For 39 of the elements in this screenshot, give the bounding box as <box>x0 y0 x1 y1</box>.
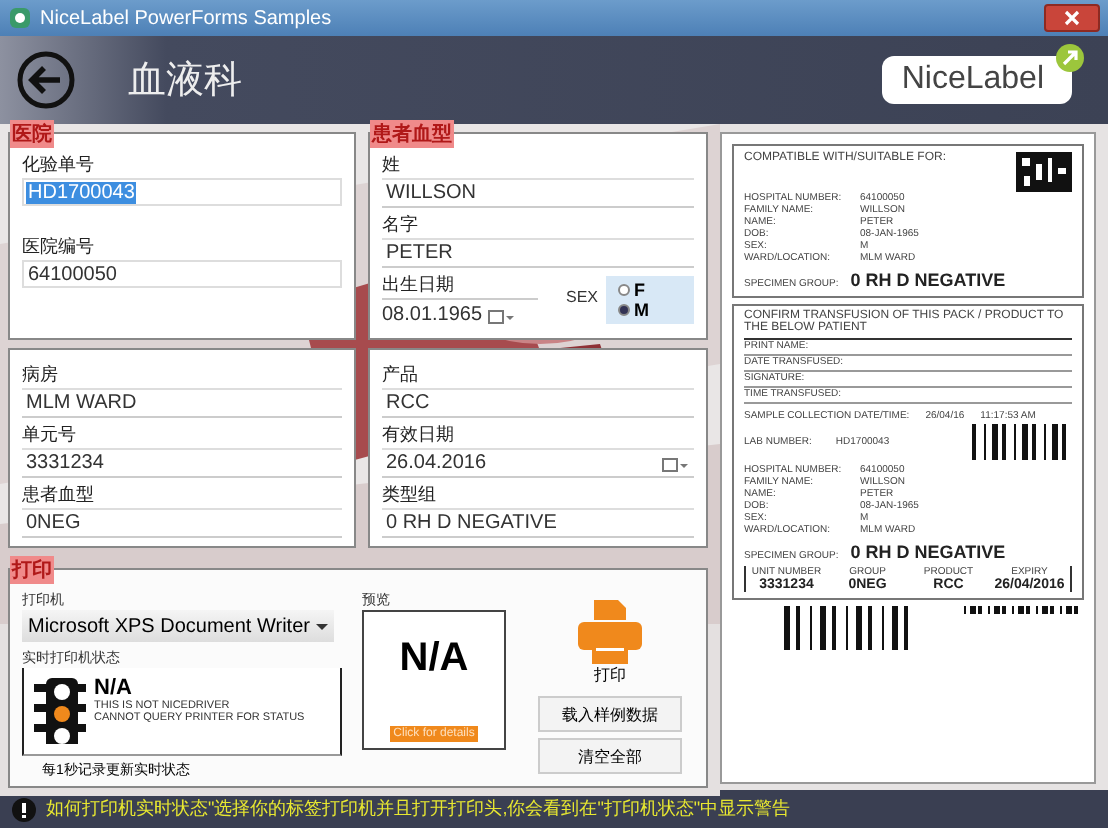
radio-button[interactable]: M <box>618 300 682 320</box>
text-field[interactable]: 64100050 <box>22 260 342 288</box>
field-label: 名字 <box>382 212 420 238</box>
text-field[interactable]: 0NEG <box>22 508 342 538</box>
field-label: SEX <box>565 288 598 306</box>
text-field[interactable]: 0 RH D NEGATIVE <box>382 508 694 538</box>
status-value: N/A <box>94 676 134 700</box>
field-label: 患者血型 <box>22 482 96 508</box>
section-title: 患者血型 <box>370 120 454 148</box>
text-field[interactable]: WILLSON <box>382 178 694 208</box>
action-button[interactable]: 清空全部 <box>538 738 682 774</box>
field-label: 单元号 <box>22 422 78 448</box>
preview-value: N/A <box>399 636 469 682</box>
date-field[interactable]: 26.04.2016 <box>382 448 694 478</box>
text-field[interactable]: MLM WARD <box>22 388 342 418</box>
section-title: 医院 <box>10 120 54 148</box>
text-field[interactable]: PETER <box>382 238 694 268</box>
section-title: 打印 <box>10 556 54 584</box>
field-label: 医院编号 <box>22 234 96 260</box>
print-button[interactable]: 打印 <box>574 596 646 686</box>
action-button[interactable]: 载入样例数据 <box>538 696 682 732</box>
text-field[interactable]: 3331234 <box>22 448 342 478</box>
blood-group: 0 RH D NEGATIVE <box>850 270 1006 290</box>
blood-group: 0 RH D NEGATIVE <box>850 542 1006 562</box>
radio-button[interactable]: F <box>618 280 682 300</box>
field-label: 病房 <box>22 362 60 388</box>
field-label: 出生日期 <box>382 272 456 298</box>
info-message: 如何打印机实时状态"选择你的标签打印机并且打开打印头,你会看到在"打印机状态"中显示警告 <box>46 796 791 822</box>
logo-text: NiceLabel <box>901 62 1044 98</box>
page-title: 血液科 <box>128 56 244 106</box>
text-field[interactable]: RCC <box>382 388 694 418</box>
field-label: 产品 <box>382 362 420 388</box>
field-label: 姓 <box>382 152 402 178</box>
field-label: 有效日期 <box>382 422 456 448</box>
window-title: NiceLabel PowerForms Samples <box>40 7 334 29</box>
field-label: 类型组 <box>382 482 438 508</box>
field-label: 化验单号 <box>22 152 96 178</box>
printer-dropdown[interactable]: Microsoft XPS Document Writer <box>22 610 334 642</box>
date-field[interactable]: 08.01.1965 <box>382 298 538 330</box>
